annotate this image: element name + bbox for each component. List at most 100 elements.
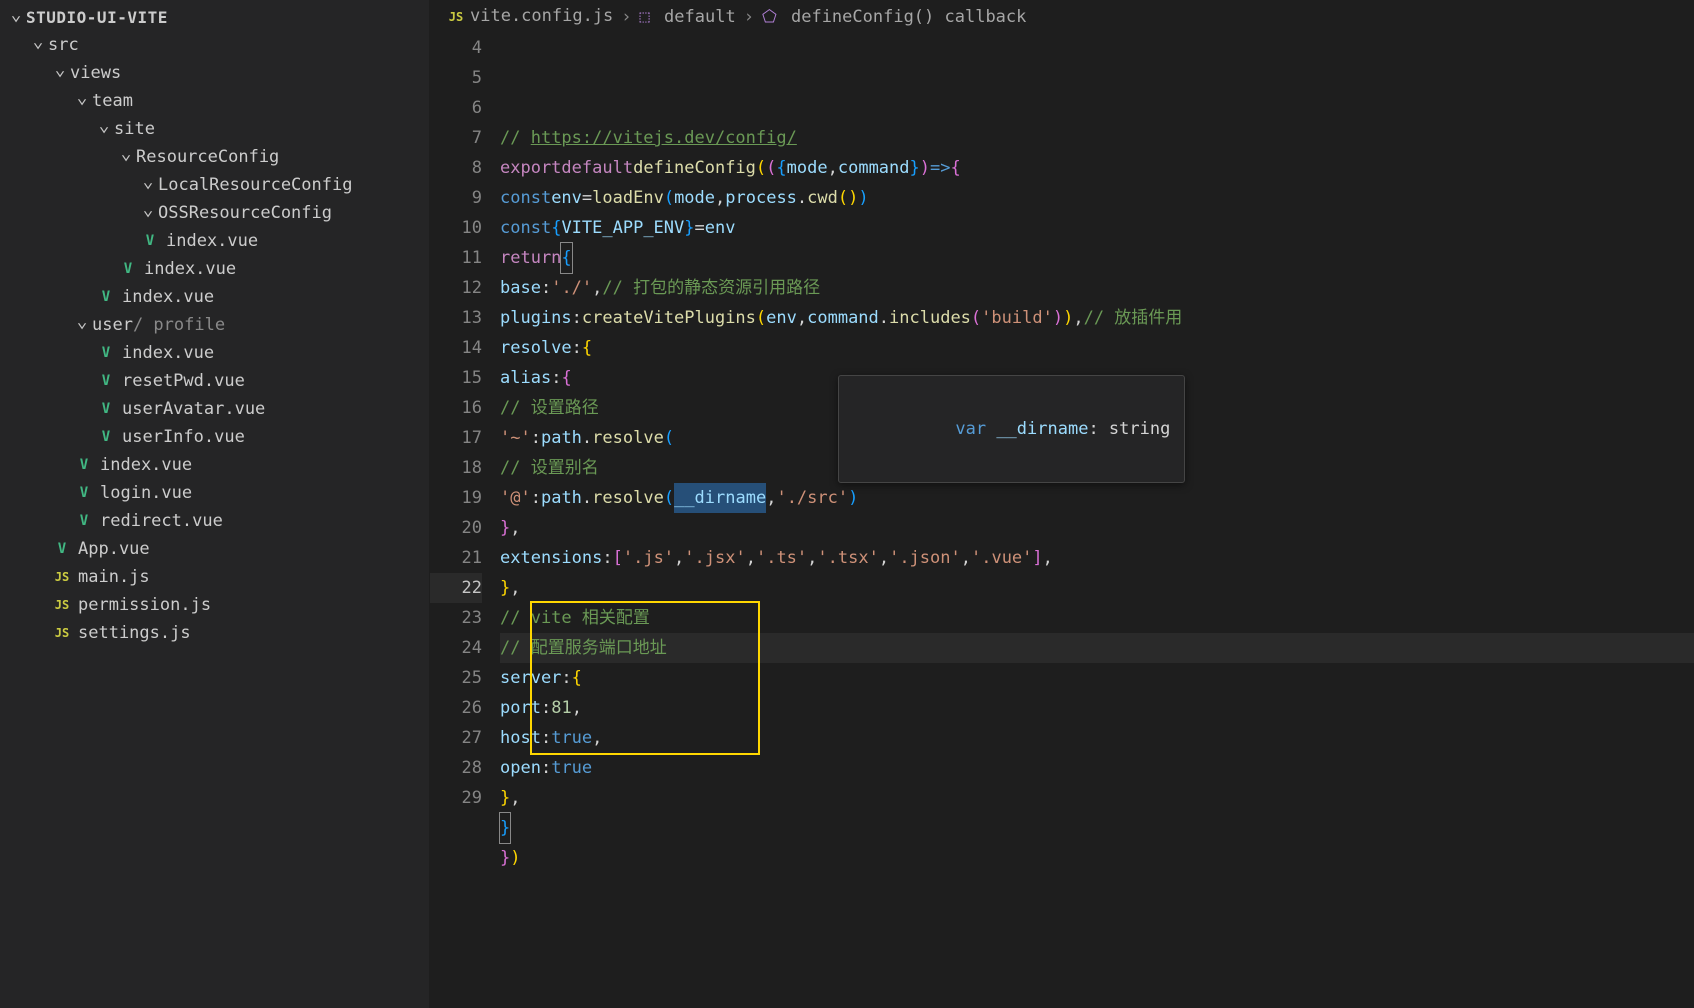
vue-icon	[140, 231, 160, 251]
breadcrumb[interactable]: vite.config.js › ⬚ default › ⬠ defineCon…	[430, 0, 1694, 33]
line-number: 29	[430, 783, 482, 813]
js-icon	[52, 623, 72, 643]
line-number: 22	[430, 573, 482, 603]
chevron-down-icon	[8, 10, 24, 26]
code-line[interactable]: },	[500, 573, 1694, 603]
code-line[interactable]: server: {	[500, 663, 1694, 693]
tree-item-label: index.vue	[144, 259, 236, 279]
code-line[interactable]: open: true	[500, 753, 1694, 783]
file-item[interactable]: resetPwd.vue	[0, 367, 429, 395]
file-item[interactable]: index.vue	[0, 451, 429, 479]
line-number: 12	[430, 273, 482, 303]
line-number: 27	[430, 723, 482, 753]
line-number: 24	[430, 633, 482, 663]
vue-icon	[118, 259, 138, 279]
line-number: 9	[430, 183, 482, 213]
code-line[interactable]: })	[500, 843, 1694, 873]
file-item[interactable]: permission.js	[0, 591, 429, 619]
vue-icon	[74, 483, 94, 503]
code-line[interactable]: return {	[500, 243, 1694, 273]
file-item[interactable]: index.vue	[0, 339, 429, 367]
vue-icon	[52, 539, 72, 559]
code-line[interactable]: port: 81,	[500, 693, 1694, 723]
tree-item-label: index.vue	[100, 455, 192, 475]
file-item[interactable]: index.vue	[0, 255, 429, 283]
line-number: 18	[430, 453, 482, 483]
code-line[interactable]: export default defineConfig(({ mode, com…	[500, 153, 1694, 183]
code-line[interactable]: }	[500, 813, 1694, 843]
vue-icon	[96, 427, 116, 447]
folder-item[interactable]: src	[0, 31, 429, 59]
code-line[interactable]: // vite 相关配置	[500, 603, 1694, 633]
project-root[interactable]: STUDIO-UI-VITE	[0, 4, 429, 31]
line-number: 26	[430, 693, 482, 723]
code-content[interactable]: // https://vitejs.dev/config/export defa…	[500, 33, 1694, 1008]
file-item[interactable]: redirect.vue	[0, 507, 429, 535]
code-line[interactable]: // 配置服务端口地址	[500, 633, 1694, 663]
code-line[interactable]: extensions: ['.js', '.jsx', '.ts', '.tsx…	[500, 543, 1694, 573]
folder-item[interactable]: user / profile	[0, 311, 429, 339]
line-number: 15	[430, 363, 482, 393]
js-icon	[52, 595, 72, 615]
code-line[interactable]: resolve: {	[500, 333, 1694, 363]
tree-item-label: src	[48, 35, 79, 55]
code-line[interactable]: },	[500, 783, 1694, 813]
breadcrumb-symbol-1[interactable]: ⬚ default	[640, 7, 736, 27]
code-area[interactable]: 4567891011121314151617181920212223242526…	[430, 33, 1694, 1008]
file-item[interactable]: App.vue	[0, 535, 429, 563]
breadcrumb-separator: ›	[744, 7, 754, 27]
code-line[interactable]: '@': path.resolve(__dirname, './src')	[500, 483, 1694, 513]
folder-item[interactable]: ResourceConfig	[0, 143, 429, 171]
folder-item[interactable]: team	[0, 87, 429, 115]
tree-item-label: OSSResourceConfig	[158, 203, 332, 223]
chevron-down-icon	[30, 37, 46, 53]
line-number: 16	[430, 393, 482, 423]
vue-icon	[96, 399, 116, 419]
tree-item-label: redirect.vue	[100, 511, 223, 531]
code-line[interactable]: const env = loadEnv(mode, process.cwd())	[500, 183, 1694, 213]
code-line[interactable]: base: './', // 打包的静态资源引用路径	[500, 273, 1694, 303]
project-name: STUDIO-UI-VITE	[26, 8, 168, 27]
tree-item-label: LocalResourceConfig	[158, 175, 352, 195]
line-number: 14	[430, 333, 482, 363]
code-line[interactable]: host: true,	[500, 723, 1694, 753]
vue-icon	[74, 511, 94, 531]
tree-item-label: site	[114, 119, 155, 139]
file-item[interactable]: main.js	[0, 563, 429, 591]
folder-item[interactable]: views	[0, 59, 429, 87]
tree-item-label: index.vue	[122, 343, 214, 363]
code-line[interactable]: // https://vitejs.dev/config/	[500, 123, 1694, 153]
file-item[interactable]: userAvatar.vue	[0, 395, 429, 423]
js-icon	[52, 567, 72, 587]
tree-item-label: views	[70, 63, 121, 83]
file-item[interactable]: userInfo.vue	[0, 423, 429, 451]
code-line[interactable]: const { VITE_APP_ENV } = env	[500, 213, 1694, 243]
file-item[interactable]: login.vue	[0, 479, 429, 507]
chevron-down-icon	[140, 205, 156, 221]
folder-item[interactable]: site	[0, 115, 429, 143]
tree-item-label: index.vue	[166, 231, 258, 251]
file-item[interactable]: settings.js	[0, 619, 429, 647]
chevron-down-icon	[118, 149, 134, 165]
tree-item-label: settings.js	[78, 623, 191, 643]
folder-item[interactable]: OSSResourceConfig	[0, 199, 429, 227]
tree-item-label: App.vue	[78, 539, 150, 559]
line-number: 17	[430, 423, 482, 453]
breadcrumb-symbol-2[interactable]: ⬠ defineConfig() callback	[762, 7, 1026, 27]
line-number: 25	[430, 663, 482, 693]
chevron-down-icon	[140, 177, 156, 193]
line-number: 4	[430, 33, 482, 63]
code-line[interactable]: },	[500, 513, 1694, 543]
tree-item-label: index.vue	[122, 287, 214, 307]
file-explorer[interactable]: STUDIO-UI-VITE src views team site ResourceC…	[0, 0, 430, 1008]
method-icon: ⬠	[762, 7, 777, 27]
vue-icon	[96, 371, 116, 391]
code-line[interactable]: plugins: createVitePlugins(env, command.…	[500, 303, 1694, 333]
breadcrumb-file[interactable]: vite.config.js	[446, 6, 613, 27]
file-item[interactable]: index.vue	[0, 227, 429, 255]
code-line[interactable]	[500, 93, 1694, 123]
line-number: 28	[430, 753, 482, 783]
file-item[interactable]: index.vue	[0, 283, 429, 311]
folder-item[interactable]: LocalResourceConfig	[0, 171, 429, 199]
line-number: 19	[430, 483, 482, 513]
